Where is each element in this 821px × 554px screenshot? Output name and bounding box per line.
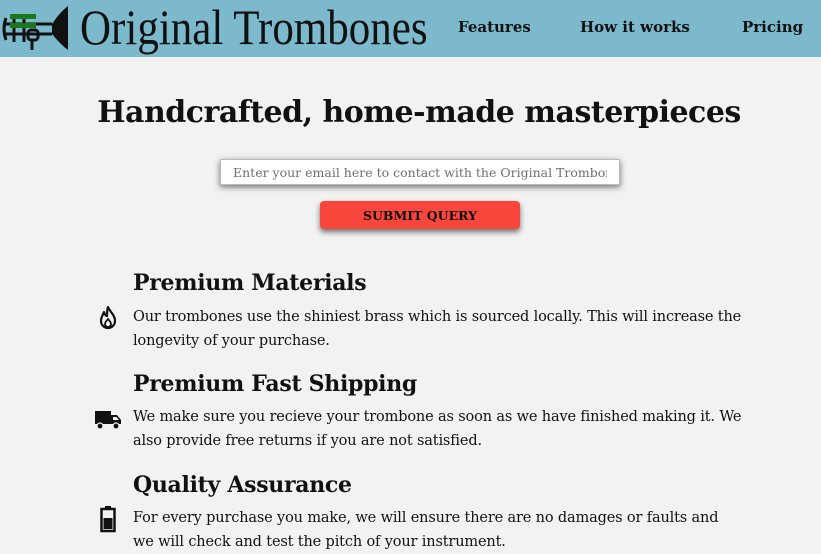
site-header: Original Trombones Features How it works… (0, 0, 821, 57)
feature-title: Premium Materials (133, 270, 367, 296)
email-input[interactable] (220, 159, 620, 185)
feature-title: Premium Fast Shipping (133, 371, 418, 397)
nav-link-how-it-works[interactable]: How it works (580, 18, 690, 36)
nav-link-pricing[interactable]: Pricing (742, 18, 803, 36)
nav-link-features[interactable]: Features (458, 18, 531, 36)
feature-description: We make sure you recieve your trombone a… (133, 409, 742, 449)
feature-description: Our trombones use the shiniest brass whi… (133, 309, 742, 349)
battery-icon (94, 505, 122, 533)
fire-icon (94, 304, 122, 332)
feature-description: For every purchase you make, we will ens… (133, 510, 719, 550)
feature-title: Quality Assurance (133, 472, 352, 498)
brand-name[interactable]: Original Trombones (80, 0, 428, 56)
hero-title: Handcrafted, home-made masterpieces (97, 95, 741, 130)
truck-icon (94, 405, 122, 433)
trombone-logo-icon[interactable] (0, 2, 70, 54)
submit-query-button[interactable]: SUBMIT QUERY (320, 201, 520, 229)
